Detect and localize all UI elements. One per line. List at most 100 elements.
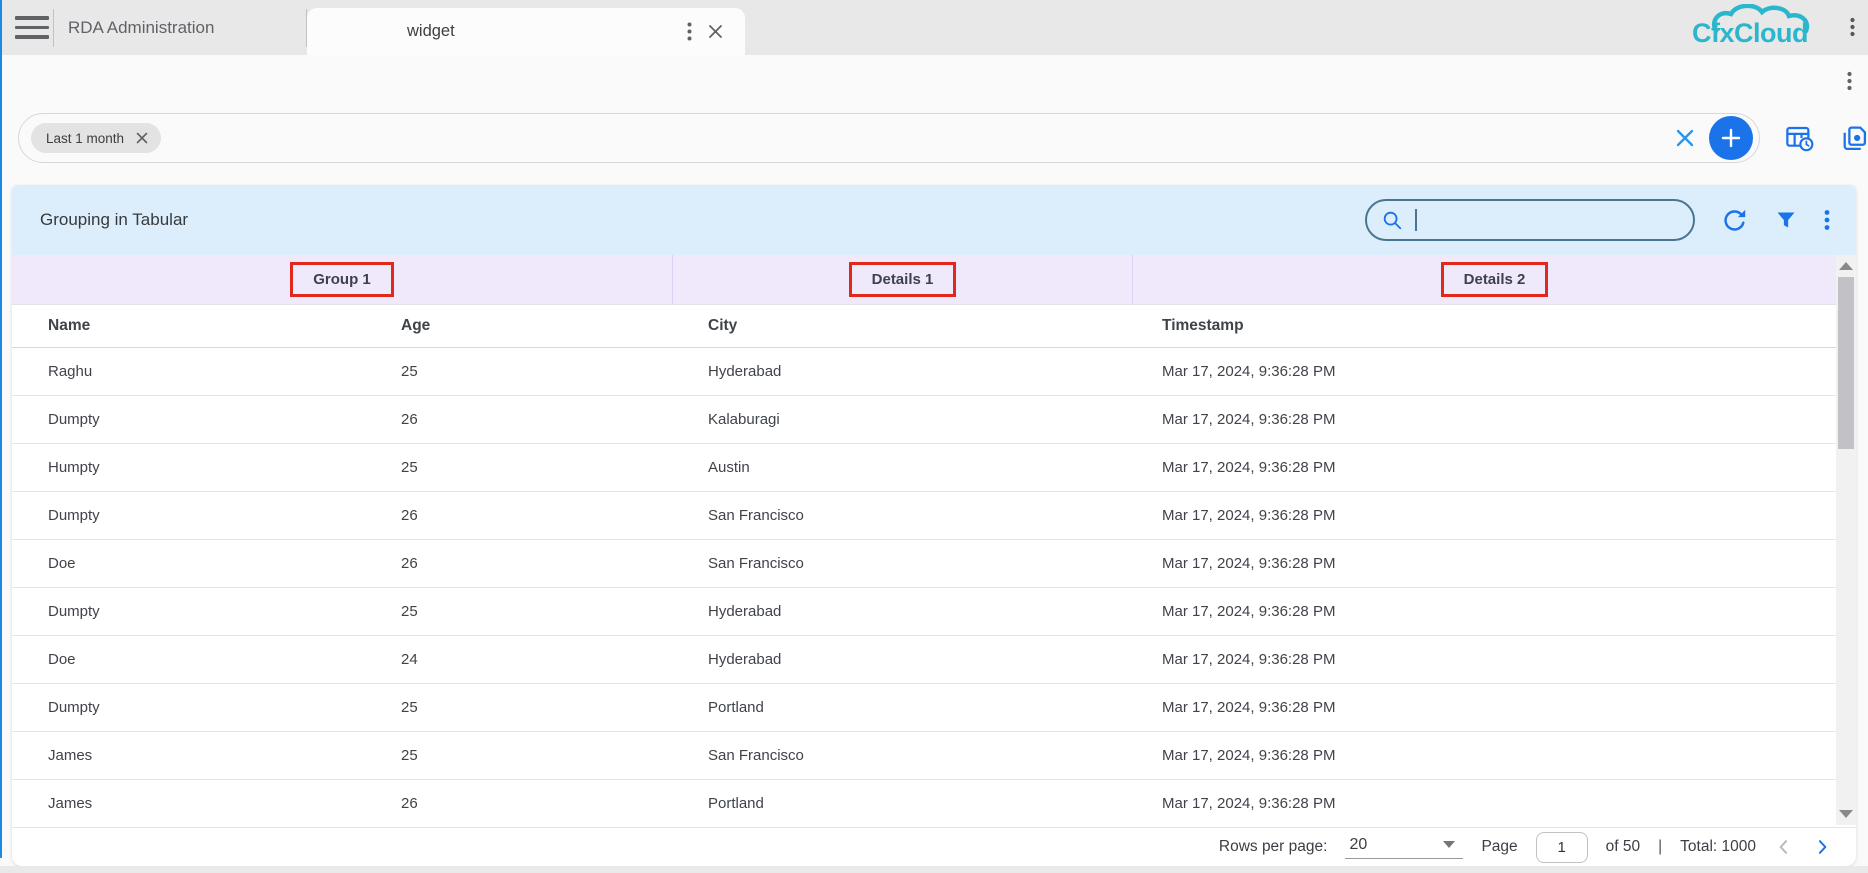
page-count-label: of 50: [1606, 838, 1640, 856]
search-input[interactable]: [1429, 212, 1679, 229]
cell-age: 26: [365, 555, 672, 572]
tab-widget[interactable]: widget: [307, 8, 745, 55]
cell-city: Hyderabad: [672, 603, 1132, 620]
vertical-scrollbar[interactable]: [1836, 255, 1856, 825]
filter-input-area[interactable]: Last 1 month: [18, 113, 1760, 163]
cell-age: 25: [365, 747, 672, 764]
group-cell-details2: Details 2: [1132, 255, 1856, 304]
cell-age: 26: [365, 507, 672, 524]
rows-per-page-select[interactable]: 20: [1345, 836, 1463, 859]
tab-close-icon[interactable]: [706, 22, 725, 41]
cell-timestamp: Mar 17, 2024, 9:36:28 PM: [1132, 651, 1834, 668]
column-header-city[interactable]: City: [672, 317, 1132, 335]
cell-city: San Francisco: [672, 555, 1132, 572]
table-row[interactable]: Doe 24 Hyderabad Mar 17, 2024, 9:36:28 P…: [12, 636, 1856, 684]
filter-bar: Last 1 month: [18, 113, 1868, 163]
cell-city: Kalaburagi: [672, 411, 1132, 428]
column-header-timestamp[interactable]: Timestamp: [1132, 317, 1834, 335]
cell-name: Dumpty: [12, 507, 365, 524]
cell-timestamp: Mar 17, 2024, 9:36:28 PM: [1132, 555, 1834, 572]
page-content: Last 1 month: [0, 55, 1868, 873]
table-row[interactable]: Dumpty 25 Hyderabad Mar 17, 2024, 9:36:2…: [12, 588, 1856, 636]
table-row[interactable]: James 26 Portland Mar 17, 2024, 9:36:28 …: [12, 780, 1856, 828]
cell-city: Portland: [672, 795, 1132, 812]
group-cell-details1: Details 1: [672, 255, 1132, 304]
cell-city: Hyderabad: [672, 363, 1132, 380]
refresh-icon: [1721, 207, 1748, 234]
filter-button[interactable]: [1774, 208, 1798, 232]
search-box[interactable]: [1365, 199, 1695, 241]
refresh-button[interactable]: [1721, 207, 1748, 234]
cell-name: Dumpty: [12, 699, 365, 716]
plus-icon: [1719, 126, 1743, 150]
saved-views-button[interactable]: [1839, 124, 1868, 153]
cell-city: Portland: [672, 699, 1132, 716]
table-row[interactable]: Raghu 25 Hyderabad Mar 17, 2024, 9:36:28…: [12, 348, 1856, 396]
scrollbar-thumb[interactable]: [1838, 277, 1854, 449]
column-header-name[interactable]: Name: [12, 317, 365, 335]
cell-age: 26: [365, 411, 672, 428]
table-row[interactable]: Dumpty 26 San Francisco Mar 17, 2024, 9:…: [12, 492, 1856, 540]
cell-timestamp: Mar 17, 2024, 9:36:28 PM: [1132, 603, 1834, 620]
column-header-age[interactable]: Age: [365, 317, 672, 335]
cell-age: 25: [365, 603, 672, 620]
scrollbar-down-arrow-icon[interactable]: [1839, 810, 1853, 818]
topbar: RDA Administration widget CfxCloud: [0, 0, 1868, 55]
cell-city: San Francisco: [672, 747, 1132, 764]
topbar-kebab-icon[interactable]: [1850, 17, 1855, 37]
table-row[interactable]: Dumpty 25 Portland Mar 17, 2024, 9:36:28…: [12, 684, 1856, 732]
cell-age: 25: [365, 363, 672, 380]
next-page-icon[interactable]: [1812, 837, 1832, 857]
table-row[interactable]: Doe 26 San Francisco Mar 17, 2024, 9:36:…: [12, 540, 1856, 588]
cell-timestamp: Mar 17, 2024, 9:36:28 PM: [1132, 507, 1834, 524]
dropdown-arrow-icon: [1443, 841, 1455, 848]
table-clock-icon: [1784, 123, 1815, 154]
group-cell-group1: Group 1: [12, 255, 672, 304]
hamburger-menu-button[interactable]: [15, 16, 49, 39]
tab-kebab-icon[interactable]: [687, 22, 692, 41]
page-kebab-icon[interactable]: [1847, 71, 1852, 91]
cell-age: 25: [365, 459, 672, 476]
cell-name: Humpty: [12, 459, 365, 476]
cell-age: 25: [365, 699, 672, 716]
cell-name: Dumpty: [12, 603, 365, 620]
cell-city: San Francisco: [672, 507, 1132, 524]
tab-rda-administration[interactable]: RDA Administration: [54, 0, 306, 55]
logo-text: CfxCloud: [1692, 18, 1808, 49]
tab-widget-label: widget: [407, 22, 455, 41]
cell-timestamp: Mar 17, 2024, 9:36:28 PM: [1132, 363, 1834, 380]
panel-header: Grouping in Tabular: [12, 185, 1856, 255]
filter-chip[interactable]: Last 1 month: [31, 123, 161, 153]
cell-name: Doe: [12, 651, 365, 668]
cell-timestamp: Mar 17, 2024, 9:36:28 PM: [1132, 795, 1834, 812]
table-row[interactable]: James 25 San Francisco Mar 17, 2024, 9:3…: [12, 732, 1856, 780]
window-focus-border: [0, 0, 2, 858]
filter-chip-close-icon[interactable]: [135, 131, 149, 145]
add-filter-button[interactable]: [1709, 116, 1753, 160]
panel-kebab-icon[interactable]: [1824, 209, 1830, 231]
cell-timestamp: Mar 17, 2024, 9:36:28 PM: [1132, 699, 1834, 716]
cell-timestamp: Mar 17, 2024, 9:36:28 PM: [1132, 747, 1834, 764]
clear-filters-icon[interactable]: [1673, 126, 1697, 150]
cell-timestamp: Mar 17, 2024, 9:36:28 PM: [1132, 459, 1834, 476]
table-body: Raghu 25 Hyderabad Mar 17, 2024, 9:36:28…: [12, 348, 1856, 828]
table-row[interactable]: Dumpty 26 Kalaburagi Mar 17, 2024, 9:36:…: [12, 396, 1856, 444]
rows-per-page-label: Rows per page:: [1219, 838, 1328, 856]
cell-name: James: [12, 747, 365, 764]
scrollbar-up-arrow-icon[interactable]: [1839, 262, 1853, 270]
text-cursor: [1415, 209, 1417, 231]
cell-timestamp: Mar 17, 2024, 9:36:28 PM: [1132, 411, 1834, 428]
floppy-stack-icon: [1839, 124, 1868, 153]
hamburger-icon: [15, 16, 49, 20]
cell-name: James: [12, 795, 365, 812]
rows-per-page-value: 20: [1349, 836, 1367, 854]
filter-chip-label: Last 1 month: [46, 131, 124, 146]
annotation-box-details1: Details 1: [849, 262, 957, 297]
schedule-button[interactable]: [1784, 123, 1815, 154]
cell-city: Hyderabad: [672, 651, 1132, 668]
widget-panel: Grouping in Tabular: [12, 185, 1856, 866]
cell-city: Austin: [672, 459, 1132, 476]
table-row[interactable]: Humpty 25 Austin Mar 17, 2024, 9:36:28 P…: [12, 444, 1856, 492]
page-number-input[interactable]: [1536, 832, 1588, 863]
previous-page-icon[interactable]: [1774, 837, 1794, 857]
